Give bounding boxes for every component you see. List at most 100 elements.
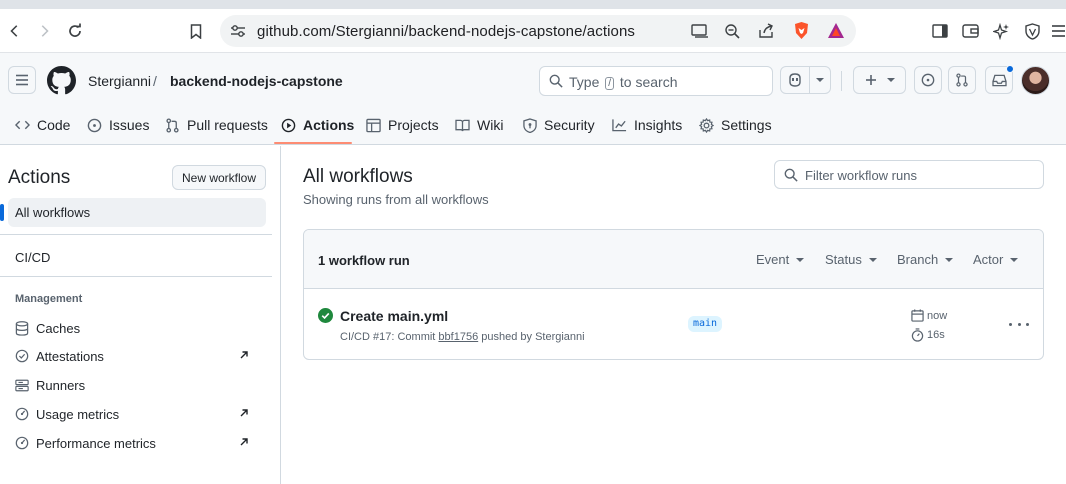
notifications-button[interactable] [985, 65, 1014, 94]
shield-icon [523, 117, 537, 133]
breadcrumb-separator: / [153, 73, 157, 89]
link-external-icon [240, 409, 248, 417]
status-filter-dropdown[interactable]: Status [825, 252, 877, 267]
run-timestamp: now [911, 309, 947, 322]
sidebar-item-usage-metrics[interactable]: Usage metrics [15, 404, 260, 424]
github-logo-icon[interactable] [47, 66, 76, 98]
active-tab-underline [274, 142, 352, 144]
git-pull-request-icon [166, 117, 179, 133]
sidebar-item-attestations[interactable]: Attestations [15, 346, 260, 366]
gear-icon [699, 117, 714, 133]
three-bars-icon [16, 74, 28, 86]
search-shortcut-key: / [605, 77, 615, 90]
branch-tag[interactable]: main [688, 316, 723, 332]
divider [0, 234, 272, 235]
wallet-icon[interactable] [960, 9, 980, 53]
header-divider [841, 71, 842, 91]
issue-opened-icon [921, 73, 935, 87]
search-icon [549, 74, 563, 91]
stopwatch-icon [911, 328, 924, 342]
repo-owner-link[interactable]: Stergianni [88, 73, 151, 89]
link-external-icon [240, 351, 248, 359]
check-circle-fill-icon [318, 308, 333, 326]
github-header: Stergianni / backend-nodejs-capstone Typ… [0, 53, 1066, 145]
brave-shields-icon[interactable] [793, 21, 810, 43]
repo-name-link[interactable]: backend-nodejs-capstone [170, 73, 343, 89]
leo-ai-icon[interactable] [990, 9, 1012, 53]
chevron-down-icon [796, 257, 805, 262]
tab-pull-requests[interactable]: Pull requests [165, 106, 268, 144]
filter-placeholder: Filter workflow runs [805, 168, 917, 183]
commit-sha-link[interactable]: bbf1756 [438, 331, 478, 343]
table-icon [366, 118, 381, 132]
your-issues-button[interactable] [914, 66, 942, 94]
run-meta: CI/CD #17: Commit bbf1756 pushed by Ster… [340, 331, 585, 343]
tab-settings[interactable]: Settings [699, 106, 772, 144]
page-subtitle: Showing runs from all workflows [303, 192, 489, 207]
your-pull-requests-button[interactable] [948, 66, 976, 94]
zoom-icon[interactable] [724, 23, 740, 42]
copilot-button[interactable] [780, 66, 831, 94]
forward-icon[interactable] [33, 9, 55, 53]
sidebar-item-caches[interactable]: Caches [15, 318, 260, 338]
new-workflow-button[interactable]: New workflow [172, 165, 266, 190]
sidebar-item-label: All workflows [15, 205, 91, 220]
run-duration: 16s [911, 328, 945, 342]
sidebar-title: Actions [8, 167, 71, 188]
browser-toolbar: github.com/Stergianni/backend-nodejs-cap… [0, 9, 1066, 53]
brave-rewards-icon[interactable] [827, 22, 845, 42]
browser-tab-strip [0, 0, 1066, 9]
sidebar-item-performance-metrics[interactable]: Performance metrics [15, 433, 260, 453]
book-icon [455, 119, 470, 131]
tab-actions[interactable]: Actions [281, 106, 354, 144]
chevron-down-icon [945, 257, 954, 262]
tab-projects[interactable]: Projects [366, 106, 439, 144]
issue-opened-icon [87, 118, 102, 132]
hamburger-menu-button[interactable] [8, 66, 36, 94]
tab-issues[interactable]: Issues [87, 106, 149, 144]
graph-icon [612, 119, 627, 132]
runs-count: 1 workflow run [318, 253, 410, 268]
search-input[interactable]: Type / to search [539, 66, 773, 96]
plus-icon [865, 75, 876, 85]
chevron-down-icon [816, 78, 824, 82]
copilot-icon [789, 73, 801, 87]
kebab-horizontal-icon[interactable] [1009, 318, 1029, 330]
chevron-down-icon [1010, 257, 1019, 262]
active-indicator [0, 204, 4, 221]
branch-filter-dropdown[interactable]: Branch [897, 252, 954, 267]
verified-icon [15, 349, 29, 363]
create-new-button[interactable] [853, 66, 906, 94]
chevron-down-icon [886, 78, 895, 82]
tab-insights[interactable]: Insights [612, 106, 682, 144]
address-bar[interactable]: github.com/Stergianni/backend-nodejs-cap… [220, 15, 856, 47]
vpn-shield-icon[interactable] [1022, 9, 1042, 53]
divider [0, 276, 272, 277]
page-title: All workflows [303, 166, 413, 187]
sidebar-item-cicd[interactable]: CI/CD [15, 250, 50, 265]
meter-icon [15, 407, 29, 421]
back-icon[interactable] [4, 9, 26, 53]
code-icon [15, 120, 30, 130]
sidebar-toggle-icon[interactable] [930, 9, 950, 53]
tab-code[interactable]: Code [15, 106, 70, 144]
site-settings-icon[interactable] [230, 24, 246, 41]
tab-wiki[interactable]: Wiki [455, 106, 503, 144]
browser-menu-icon[interactable] [1050, 9, 1066, 53]
unread-dot [1006, 65, 1014, 73]
actor-filter-dropdown[interactable]: Actor [973, 252, 1019, 267]
run-title-link[interactable]: Create main.yml [340, 308, 448, 324]
share-icon[interactable] [758, 23, 774, 42]
search-placeholder: Type / to search [569, 74, 678, 90]
sidebar-item-runners[interactable]: Runners [15, 375, 260, 395]
play-icon [281, 118, 296, 132]
avatar[interactable] [1021, 66, 1050, 95]
tab-security[interactable]: Security [523, 106, 595, 144]
filter-workflow-runs-input[interactable]: Filter workflow runs [774, 160, 1044, 189]
bookmark-icon[interactable] [186, 9, 206, 53]
server-icon [15, 379, 29, 391]
reload-icon[interactable] [63, 9, 87, 53]
event-filter-dropdown[interactable]: Event [756, 252, 805, 267]
install-app-icon[interactable] [691, 24, 709, 41]
sidebar-item-all-workflows[interactable]: All workflows [0, 198, 266, 227]
